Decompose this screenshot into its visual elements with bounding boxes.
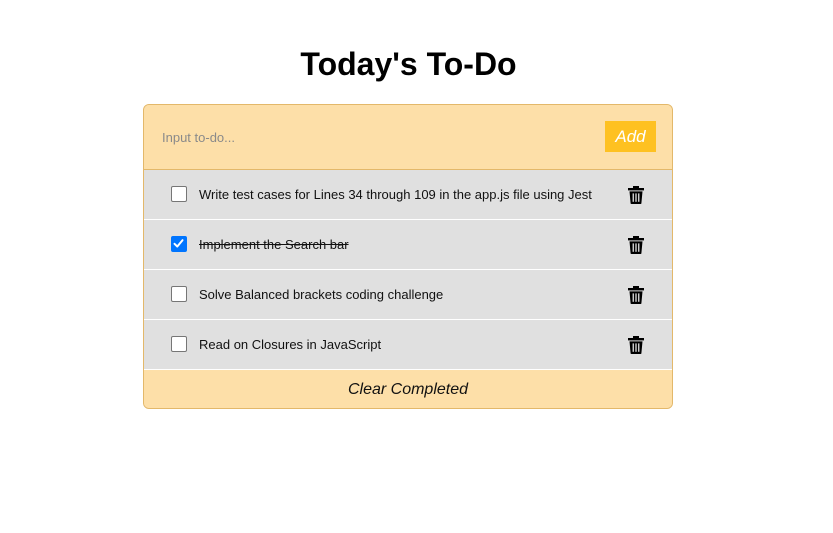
todo-card: Add Write test cases for Lines 34 throug… — [143, 104, 673, 409]
todo-item: Solve Balanced brackets coding challenge — [144, 270, 672, 320]
todo-item: Write test cases for Lines 34 through 10… — [144, 170, 672, 220]
todo-text: Read on Closures in JavaScript — [199, 337, 382, 352]
todo-checkbox[interactable] — [171, 236, 187, 252]
trash-icon[interactable] — [628, 186, 644, 204]
todo-text: Solve Balanced brackets coding challenge — [199, 287, 444, 302]
todo-input[interactable] — [162, 125, 562, 149]
check-icon — [173, 239, 184, 248]
todo-text: Implement the Search bar — [199, 237, 349, 252]
clear-completed-button[interactable]: Clear Completed — [144, 370, 672, 408]
todo-list: Write test cases for Lines 34 through 10… — [144, 170, 672, 370]
trash-icon[interactable] — [628, 336, 644, 354]
trash-icon[interactable] — [628, 286, 644, 304]
todo-text: Write test cases for Lines 34 through 10… — [199, 187, 592, 202]
todo-checkbox[interactable] — [171, 336, 187, 352]
todo-item: Implement the Search bar — [144, 220, 672, 270]
add-button[interactable]: Add — [605, 121, 656, 152]
page-title: Today's To-Do — [300, 46, 517, 82]
trash-icon[interactable] — [628, 236, 644, 254]
todo-checkbox[interactable] — [171, 286, 187, 302]
todo-item: Read on Closures in JavaScript — [144, 320, 672, 370]
todo-checkbox[interactable] — [171, 186, 187, 202]
input-bar: Add — [144, 105, 672, 170]
